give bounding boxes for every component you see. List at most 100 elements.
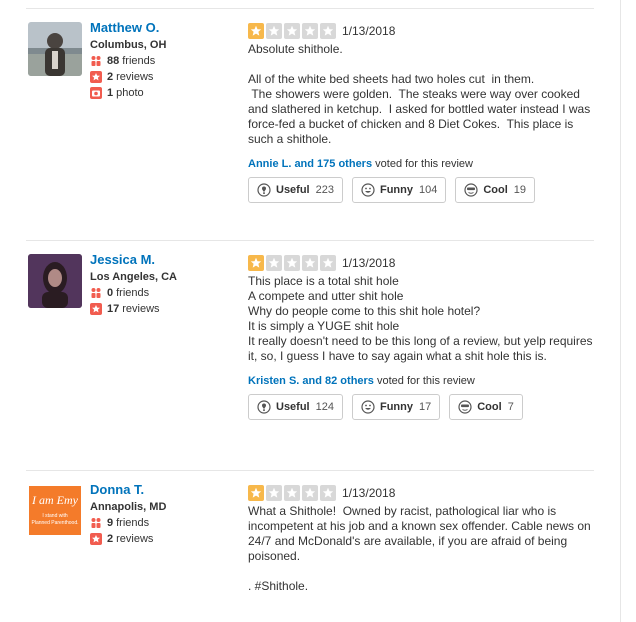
useful-count: 124 xyxy=(315,401,334,413)
user-location: Los Angeles, CA xyxy=(90,271,177,283)
reviews-label: reviews xyxy=(122,303,160,315)
divider xyxy=(26,240,594,241)
user-info: Jessica M. Los Angeles, CA 0 friends 17 … xyxy=(90,252,240,317)
vote-summary: Annie L. and 175 others voted for this r… xyxy=(248,157,594,171)
vote-buttons: Useful 124 Funny 17 Cool 7 xyxy=(248,394,594,420)
vote-buttons: Useful 223 Funny 104 Cool 19 xyxy=(248,177,594,203)
cool-button[interactable]: Cool 7 xyxy=(449,394,523,420)
user-avatar[interactable] xyxy=(28,254,82,308)
review-date: 1/13/2018 xyxy=(342,486,396,500)
review-text: What a Shithole! Owned by racist, pathol… xyxy=(248,504,591,593)
reviews-count: 2 reviews xyxy=(90,531,240,547)
funny-button[interactable]: Funny 104 xyxy=(351,177,447,203)
useful-count: 223 xyxy=(315,184,334,196)
review-text: This place is a total shit hole A compet… xyxy=(248,274,593,363)
right-border xyxy=(620,0,621,622)
cool-label: Cool xyxy=(477,401,502,413)
user-info: Donna T. Annapolis, MD 9 friends 2 revie… xyxy=(90,482,240,547)
review-icon xyxy=(90,303,102,315)
review-content: 1/13/2018 This place is a total shit hol… xyxy=(248,254,594,420)
useful-label: Useful xyxy=(276,401,310,413)
funny-icon xyxy=(361,183,375,197)
useful-label: Useful xyxy=(276,184,310,196)
useful-button[interactable]: Useful 223 xyxy=(248,177,343,203)
user-location: Annapolis, MD xyxy=(90,501,167,513)
reviews-list: Matthew O. Columbus, OH 88 friends 2 rev… xyxy=(0,0,636,622)
friends-label: friends xyxy=(122,55,156,67)
funny-label: Funny xyxy=(379,184,413,196)
reviews-number: 2 xyxy=(107,533,114,545)
star-icon xyxy=(320,485,336,501)
star-icon xyxy=(266,23,282,39)
review-date: 1/13/2018 xyxy=(342,256,396,270)
user-name[interactable]: Matthew O. xyxy=(90,20,240,36)
avatar-logo-text: I am Emy xyxy=(31,493,79,507)
friends-icon xyxy=(90,55,102,67)
star-icon xyxy=(320,23,336,39)
photos-label: photo xyxy=(116,87,144,99)
star-icon xyxy=(284,23,300,39)
funny-count: 104 xyxy=(418,184,438,196)
friends-count: 88 friends xyxy=(90,53,240,69)
friends-count: 0 friends xyxy=(90,285,240,301)
review-date: 1/13/2018 xyxy=(342,24,396,38)
funny-count: 17 xyxy=(418,401,432,413)
voters-link[interactable]: Annie L. and 175 others xyxy=(248,158,372,170)
vote-summary: Kristen S. and 82 others voted for this … xyxy=(248,374,594,388)
star-icon xyxy=(248,485,264,501)
star-icon xyxy=(302,23,318,39)
star-icon xyxy=(302,255,318,271)
avatar-logo-text: Planned Parenthood. xyxy=(32,520,79,526)
friends-number: 0 xyxy=(107,287,114,299)
star-rating: 1/13/2018 xyxy=(248,484,594,502)
reviews-label: reviews xyxy=(116,71,154,83)
friends-label: friends xyxy=(116,517,150,529)
useful-icon xyxy=(257,183,271,197)
user-avatar[interactable]: I am Emy I stand with Planned Parenthood… xyxy=(28,484,82,538)
funny-icon xyxy=(361,400,375,414)
cool-button[interactable]: Cool 19 xyxy=(455,177,536,203)
reviews-number: 17 xyxy=(107,303,120,315)
funny-button[interactable]: Funny 17 xyxy=(351,394,441,420)
funny-label: Funny xyxy=(379,401,413,413)
friends-label: friends xyxy=(116,287,150,299)
friends-count: 9 friends xyxy=(90,515,240,531)
review-icon xyxy=(90,533,102,545)
user-name[interactable]: Donna T. xyxy=(90,482,240,498)
star-icon xyxy=(284,485,300,501)
cool-count: 7 xyxy=(507,401,514,413)
user-avatar[interactable] xyxy=(28,22,82,76)
photos-number: 1 xyxy=(107,87,114,99)
reviews-number: 2 xyxy=(107,71,114,83)
user-location: Columbus, OH xyxy=(90,39,167,51)
friends-number: 88 xyxy=(107,55,120,67)
user-info: Matthew O. Columbus, OH 88 friends 2 rev… xyxy=(90,20,240,101)
photo-icon xyxy=(90,87,102,99)
review-text: Absolute shithole. All of the white bed … xyxy=(248,42,591,146)
review-content: 1/13/2018 What a Shithole! Owned by raci… xyxy=(248,484,594,594)
photos-count: 1 photo xyxy=(90,85,240,101)
star-icon xyxy=(266,485,282,501)
voters-link[interactable]: Kristen S. and 82 others xyxy=(248,375,374,387)
avatar-logo-text: I stand with xyxy=(42,513,68,519)
cool-label: Cool xyxy=(483,184,508,196)
star-icon xyxy=(248,23,264,39)
friends-icon xyxy=(90,287,102,299)
useful-button[interactable]: Useful 124 xyxy=(248,394,343,420)
cool-icon xyxy=(464,183,478,197)
reviews-count: 2 reviews xyxy=(90,69,240,85)
reviews-label: reviews xyxy=(116,533,154,545)
divider xyxy=(26,470,594,471)
star-icon xyxy=(320,255,336,271)
user-name[interactable]: Jessica M. xyxy=(90,252,240,268)
star-icon xyxy=(266,255,282,271)
star-icon xyxy=(284,255,300,271)
review-content: 1/13/2018 Absolute shithole. All of the … xyxy=(248,22,594,203)
star-icon xyxy=(248,255,264,271)
star-rating: 1/13/2018 xyxy=(248,254,594,272)
divider xyxy=(26,8,594,9)
cool-icon xyxy=(458,400,472,414)
star-rating: 1/13/2018 xyxy=(248,22,594,40)
friends-number: 9 xyxy=(107,517,114,529)
voted-suffix: voted for this review xyxy=(377,375,475,387)
